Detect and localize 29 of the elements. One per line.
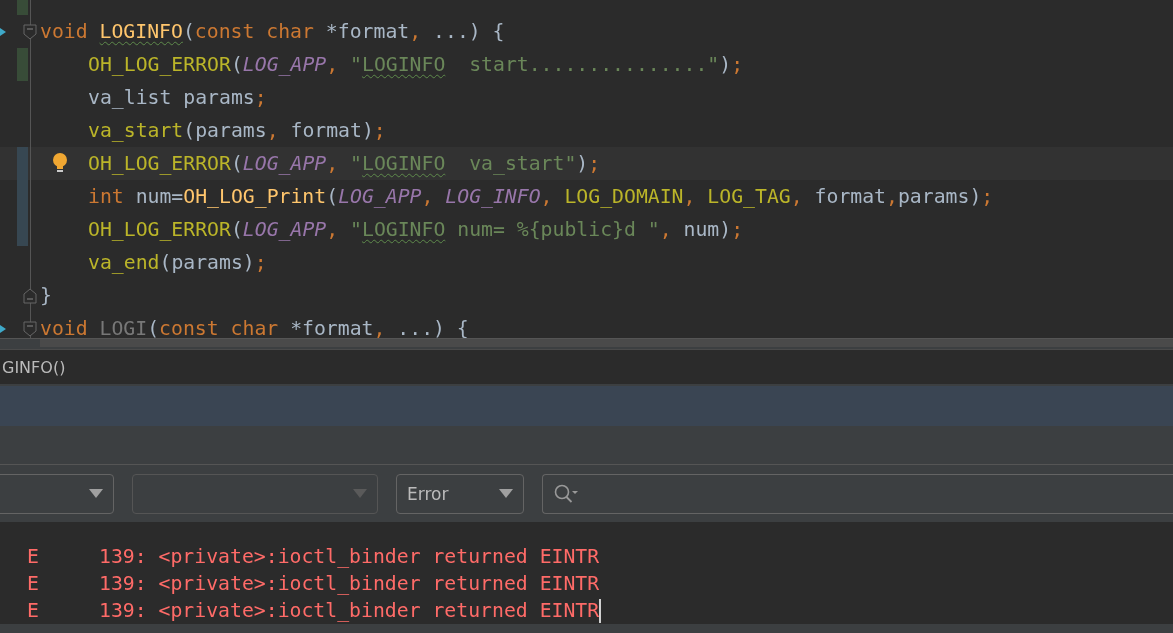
log-level: E (26, 572, 40, 595)
lightbulb-icon[interactable] (52, 153, 68, 173)
code-line: va_end(params); (88, 251, 267, 274)
fold-icon[interactable] (23, 321, 37, 337)
filter-dropdown[interactable] (0, 473, 114, 514)
code-line: void LOGI(const char *format, ...) { (40, 317, 469, 338)
fold-icon[interactable] (23, 24, 37, 40)
code-line: va_list params; (88, 86, 267, 109)
search-icon (553, 482, 579, 505)
gutter-marker-icon[interactable] (0, 28, 6, 36)
search-field[interactable] (542, 473, 1173, 514)
log-message: 139: <private>:ioctl_binder returned EINTR (99, 599, 600, 622)
log-message: 139: <private>:ioctl_binder returned EINTR (99, 545, 600, 568)
code-line: OH_LOG_ERROR(LOG_APP, "LOGINFO va_start"); (88, 152, 601, 175)
code-line: int num=OH_LOG_Print(LOG_APP, LOG_INFO, LOG_DOMAIN, LOG_TAG, format,params); (88, 185, 994, 208)
code-line: OH_LOG_ERROR(LOG_APP, "LOGINFO start..............."); (88, 53, 744, 76)
log-message: 139: <private>:ioctl_binder returned EINTR (99, 572, 600, 595)
log-level: E (26, 545, 40, 568)
code-line: va_start(params, format); (88, 119, 386, 142)
fold-icon[interactable] (23, 288, 37, 304)
code-line: OH_LOG_ERROR(LOG_APP, "LOGINFO num= %{public}d ", num); (88, 218, 744, 241)
filter-dropdown[interactable]: Error (396, 473, 524, 514)
code-line: void LOGINFO(const char *format, ...) { (40, 20, 505, 43)
gutter-marker-icon[interactable] (0, 325, 6, 333)
log-level: E (26, 599, 40, 622)
code-line: } (40, 284, 52, 307)
filter-dropdown[interactable] (132, 473, 378, 514)
breadcrumb[interactable]: GINFO() (0, 357, 66, 377)
scrollbar-thumb[interactable] (40, 339, 1173, 347)
